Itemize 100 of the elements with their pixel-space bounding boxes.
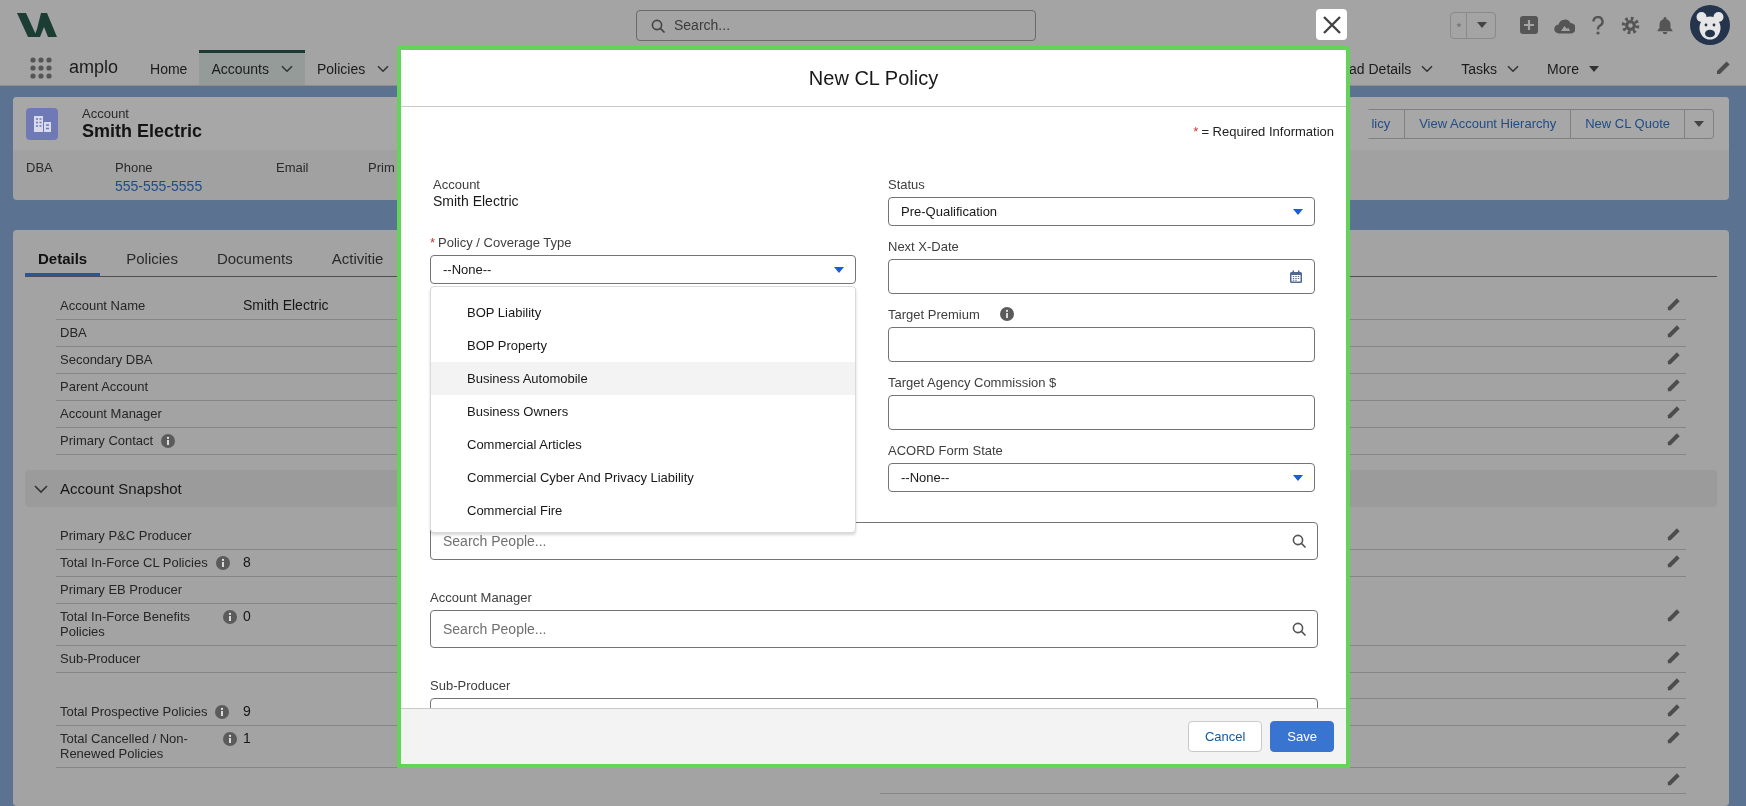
tab[interactable]: Details <box>25 244 101 276</box>
search-field[interactable]: Search... <box>636 9 1036 41</box>
building-icon <box>26 107 58 140</box>
field-label: Prim <box>368 160 395 175</box>
dropdown-option[interactable]: Business Automobile <box>431 362 855 395</box>
chevron-down-icon <box>377 65 390 73</box>
lookup-field[interactable]: Search People... <box>430 610 1318 648</box>
calendar-icon[interactable] <box>1289 269 1303 284</box>
field-label: Phone <box>115 160 154 175</box>
nav-tab[interactable]: More <box>1535 50 1611 85</box>
nav-tab[interactable]: Accounts <box>199 50 305 85</box>
modal-title: New CL Policy <box>808 66 939 90</box>
edit-icon[interactable] <box>1666 703 1681 718</box>
edit-icon[interactable] <box>1666 650 1681 665</box>
close-button[interactable] <box>1316 9 1347 40</box>
tab[interactable]: Activitie <box>318 244 397 276</box>
edit-icon[interactable] <box>1666 405 1681 420</box>
caret-down-icon <box>1477 22 1487 28</box>
bear-avatar-icon[interactable] <box>1690 5 1730 45</box>
field-value: 9 <box>243 704 251 719</box>
dropdown-option[interactable]: Business Owners <box>431 395 855 428</box>
dropdown-option[interactable]: BOP Liability <box>431 296 855 329</box>
settings-icon[interactable] <box>1621 15 1640 35</box>
app-name: amplo <box>69 57 119 78</box>
help-icon[interactable] <box>1591 15 1605 35</box>
search-icon <box>1292 534 1306 548</box>
field-label: ACORD Form State <box>888 442 1003 458</box>
picklist-field[interactable]: --None-- <box>888 463 1315 492</box>
field-label: Policy / Coverage Type <box>438 234 572 250</box>
search-icon <box>651 18 665 33</box>
edit-icon[interactable] <box>1666 772 1681 787</box>
app-launcher-icon[interactable] <box>30 56 52 79</box>
edit-icon[interactable] <box>1666 378 1681 393</box>
field-label: Target Premium <box>888 306 980 322</box>
field-label: Status <box>888 176 925 192</box>
chevron-down-icon <box>1507 65 1520 73</box>
field-value: Smith Electric <box>243 298 329 313</box>
date-field[interactable] <box>888 259 1315 294</box>
field-label: Account <box>433 176 480 192</box>
nav-tab[interactable]: Tasks <box>1449 50 1532 85</box>
edit-icon[interactable] <box>1666 351 1681 366</box>
bell-icon[interactable] <box>1656 15 1674 35</box>
record-name: Smith Electric <box>82 120 203 142</box>
search-icon <box>1292 622 1306 636</box>
required-asterisk: * <box>1193 124 1199 139</box>
field-label: Total In-Force CL Policies <box>60 555 208 570</box>
edit-icon[interactable] <box>1666 677 1681 692</box>
field-label: Total Cancelled / Non-Renewed Policies <box>60 731 189 761</box>
field-value: Smith Electric <box>432 193 520 209</box>
field-value: 1 <box>243 731 251 746</box>
text-field[interactable] <box>888 395 1315 430</box>
required-asterisk: * <box>430 234 436 250</box>
caret-down-icon <box>1293 474 1303 481</box>
edit-icon[interactable] <box>1666 324 1681 339</box>
save-button[interactable]: Save <box>1270 721 1334 752</box>
action-button[interactable]: View Account Hierarchy <box>1405 108 1572 139</box>
field-label: Primary EB Producer <box>60 582 183 597</box>
edit-icon[interactable] <box>1666 527 1681 542</box>
edit-icon[interactable] <box>1666 730 1681 745</box>
text-field[interactable] <box>888 327 1315 362</box>
more-actions-button[interactable] <box>1685 108 1714 139</box>
dropdown-option[interactable]: BOP Property <box>431 329 855 362</box>
field-label: Target Agency Commission $ <box>888 374 1057 390</box>
cancel-button[interactable]: Cancel <box>1187 721 1263 752</box>
favorites-button[interactable] <box>1450 11 1496 39</box>
plus-icon[interactable] <box>1520 16 1538 34</box>
field-label: DBA <box>60 325 87 340</box>
tab[interactable]: Documents <box>203 244 306 276</box>
tab[interactable]: Policies <box>113 244 191 276</box>
action-button[interactable]: licy <box>1368 108 1406 139</box>
chevron-down-icon <box>281 65 293 73</box>
field-label: Account Manager <box>430 589 532 605</box>
action-button[interactable]: New CL Quote <box>1571 108 1685 139</box>
record-type: Account <box>82 105 130 121</box>
dropdown-option[interactable]: Commercial Cyber And Privacy Liability <box>431 461 855 494</box>
field-label: Account Manager <box>60 406 162 421</box>
field-label: Parent Account <box>60 379 149 394</box>
picklist-field[interactable]: Pre-Qualification <box>888 197 1315 226</box>
field-label: Total In-Force Benefits Policies <box>60 609 192 639</box>
logo-icon[interactable] <box>17 13 57 37</box>
field-label: Sub-Producer <box>430 677 511 693</box>
field-label: Total Prospective Policies <box>60 704 208 719</box>
field-label: Next X-Date <box>888 238 959 254</box>
field-value: 8 <box>243 555 251 570</box>
field-label: Email <box>276 160 310 175</box>
field-label: Account Name <box>60 298 146 313</box>
nav-tab[interactable]: Home <box>138 50 200 85</box>
close-icon <box>1321 14 1342 35</box>
edit-icon[interactable] <box>1715 59 1731 76</box>
picklist-field[interactable]: --None-- <box>430 255 856 284</box>
field-label: Secondary DBA <box>60 352 153 367</box>
edit-icon[interactable] <box>1666 297 1681 312</box>
dropdown-option[interactable]: Commercial Articles <box>431 428 855 461</box>
field-label: Primary Contact <box>60 433 154 448</box>
caret-down-icon <box>834 266 844 273</box>
edit-icon[interactable] <box>1666 432 1681 447</box>
field-label: Sub-Producer <box>60 651 141 666</box>
edit-icon[interactable] <box>1666 554 1681 569</box>
field-label: DBA <box>26 160 54 175</box>
edit-icon[interactable] <box>1666 608 1681 623</box>
